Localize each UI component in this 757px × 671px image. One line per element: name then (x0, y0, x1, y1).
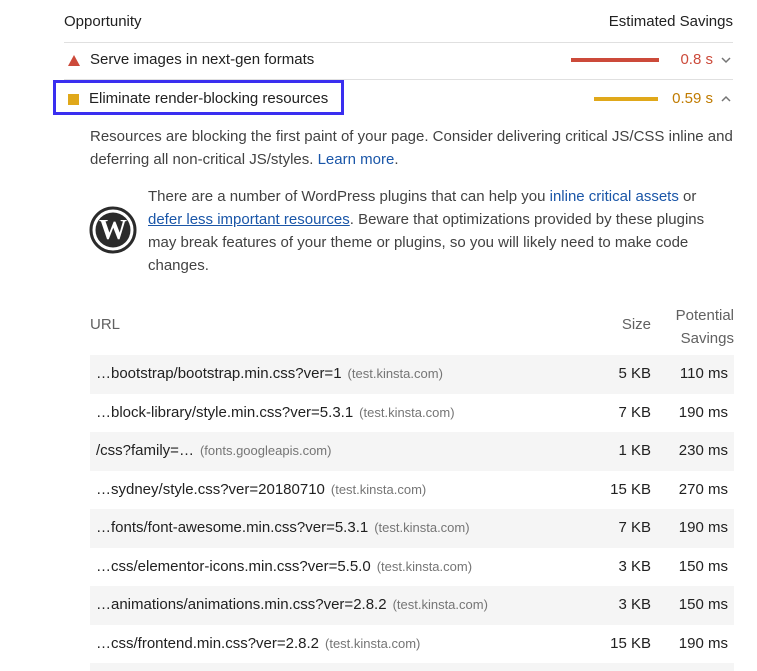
resource-url[interactable]: …fonts/font-awesome.min.css?ver=5.3.1 (te… (96, 519, 470, 536)
table-row (90, 663, 734, 671)
chevron-up-icon[interactable] (719, 92, 733, 106)
resource-size: 5 KB (618, 365, 651, 382)
description-text: Resources are blocking the first paint o… (90, 128, 733, 168)
savings-bar (594, 97, 658, 101)
wordpress-logo-icon: W (89, 206, 137, 254)
savings-header-line: Potential (675, 307, 734, 324)
resource-savings: 190 ms (678, 403, 728, 421)
resource-url[interactable]: …sydney/style.css?ver=20180710 (test.kins… (96, 481, 426, 498)
resource-size: 15 KB (610, 634, 651, 652)
svg-text:W: W (99, 215, 127, 246)
savings-header-line: Savings (680, 330, 734, 347)
table-row: …sydney/style.css?ver=20180710 (test.kins… (90, 471, 734, 510)
resource-size: 1 KB (618, 442, 651, 459)
wordpress-note: There are a number of WordPress plugins … (148, 185, 728, 277)
table-row: …bootstrap/bootstrap.min.css?ver=1 (test.… (90, 355, 734, 394)
savings-bar (571, 58, 659, 62)
highlight-box (53, 80, 344, 115)
resource-savings: 150 ms (678, 557, 728, 575)
resource-size: 7 KB (618, 519, 651, 536)
savings-column-header: Potential Savings (654, 304, 734, 350)
resource-size: 7 KB (618, 403, 651, 421)
triangle-icon (68, 55, 80, 66)
table-row: …css/frontend.min.css?ver=2.8.2 (test.kin… (90, 625, 734, 664)
opportunity-label: Opportunity (64, 13, 142, 30)
learn-more-link[interactable]: Learn more (318, 151, 395, 168)
url-column-header: URL (90, 316, 121, 333)
resource-url[interactable]: /css?family=… (fonts.googleapis.com) (96, 442, 331, 459)
savings-value: 0.59 s (672, 90, 713, 107)
audit-title: Serve images in next-gen formats (90, 51, 315, 68)
size-column-header: Size (621, 316, 651, 333)
chevron-down-icon[interactable] (719, 53, 733, 67)
resource-savings: 190 ms (678, 519, 728, 536)
defer-resources-link[interactable]: defer less important resources (148, 211, 350, 228)
opportunity-header: Opportunity Estimated Savings (64, 0, 733, 43)
resource-url[interactable]: …css/elementor-icons.min.css?ver=5.5.0 (t… (96, 558, 472, 575)
savings-value: 0.8 s (680, 51, 713, 68)
resource-savings: 110 ms (679, 365, 728, 382)
audit-next-gen-images[interactable]: Serve images in next-gen formats 0.8 s (64, 41, 733, 80)
table-row: …fonts/font-awesome.min.css?ver=5.3.1 (te… (90, 509, 734, 548)
estimated-savings-label: Estimated Savings (608, 13, 733, 30)
resource-savings: 190 ms (678, 634, 728, 652)
resource-url[interactable]: …css/frontend.min.css?ver=2.8.2 (test.kin… (96, 635, 420, 652)
resource-size: 3 KB (618, 596, 651, 613)
resource-savings: 230 ms (678, 442, 728, 459)
table-row: …css/elementor-icons.min.css?ver=5.5.0 (t… (90, 548, 734, 587)
table-header: URL Size Potential Savings (90, 300, 734, 348)
resource-size: 15 KB (610, 480, 651, 498)
resource-url[interactable]: …animations/animations.min.css?ver=2.8.2… (96, 596, 488, 613)
audit-description: Resources are blocking the first paint o… (90, 128, 733, 168)
wordpress-note-text: or (678, 188, 697, 205)
table-row: /css?family=… (fonts.googleapis.com) 1 KB… (90, 432, 734, 471)
resource-savings: 150 ms (678, 596, 728, 613)
resource-url[interactable]: …bootstrap/bootstrap.min.css?ver=1 (test.… (96, 365, 443, 382)
inline-critical-assets-link[interactable]: inline critical assets (550, 188, 679, 205)
resource-url[interactable]: …block-library/style.min.css?ver=5.3.1 (t… (96, 404, 455, 421)
resource-savings: 270 ms (678, 480, 728, 498)
resource-table: …bootstrap/bootstrap.min.css?ver=1 (test.… (90, 355, 734, 671)
resource-size: 3 KB (618, 557, 651, 575)
table-row: …block-library/style.min.css?ver=5.3.1 (t… (90, 394, 734, 433)
wordpress-note-text: There are a number of WordPress plugins … (148, 188, 550, 205)
table-row: …animations/animations.min.css?ver=2.8.2… (90, 586, 734, 625)
